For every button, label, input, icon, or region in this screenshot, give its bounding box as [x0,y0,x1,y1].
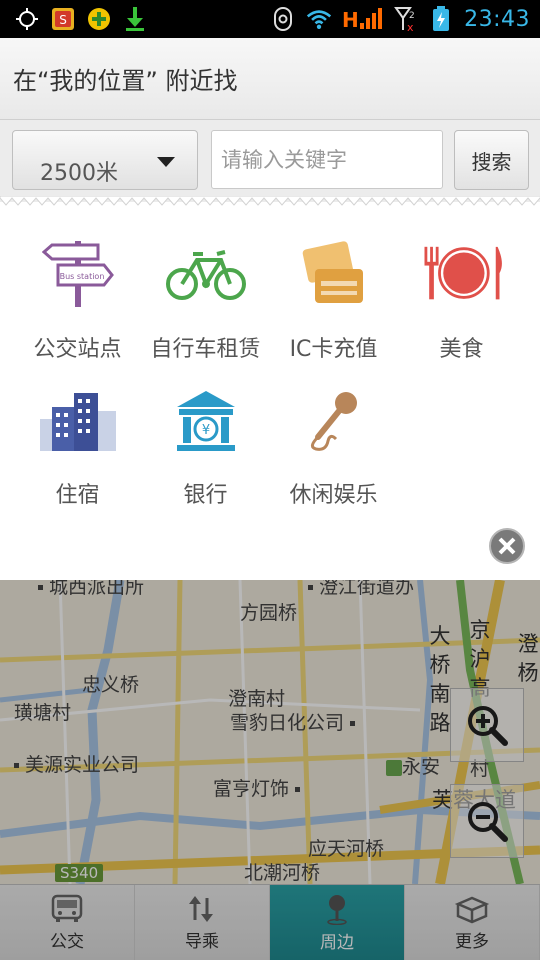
category-label: 住宿 [55,483,100,508]
location-pin-icon [327,895,347,925]
nav-more[interactable]: 更多 [405,885,540,960]
map-label: 美源实业公司 [14,750,139,777]
cell-signal-icon: H [342,6,383,32]
category-lodging[interactable]: 住宿 [10,380,145,509]
no-signal-icon: 2x [392,6,418,32]
svg-text:¥: ¥ [201,423,209,438]
sync-icon [270,6,296,32]
category-ic-card[interactable]: IC卡充值 [266,234,401,363]
close-panel-button[interactable] [489,528,525,564]
map-label: 富亨灯饰 [213,774,301,801]
zoom-in-button[interactable] [450,688,524,762]
clock: 23:43 [464,6,530,32]
page-title: 在“我的位置” 附近找 [13,67,238,95]
app-screen: S H 2x 23:43 在“我的位置” 附近找 2500米 请输入关键字 搜索… [0,0,540,960]
bus-station-sign-text: Bus station [59,272,104,281]
category-label: 银行 [183,483,228,508]
status-bar: S H 2x 23:43 [0,0,540,38]
map-label: 方园桥 [240,602,298,624]
map-label: 永安 [386,752,440,779]
category-label: IC卡充值 [289,337,378,362]
map-label: 雪豹日化公司 [230,708,356,735]
title-bar: 在“我的位置” 附近找 [0,38,540,120]
category-bike-rental[interactable]: 自行车租赁 [138,234,273,363]
map-label: 澄南村 [228,688,286,710]
map-view[interactable]: 城西派出所 澄江街道办 方园桥 忠义桥 璜塘村 澄南村 雪豹日化公司 美源实业公… [0,580,540,884]
microphone-icon [289,380,379,460]
close-icon [498,537,516,555]
map-label: 忠义桥 [82,674,140,696]
plus-circle-icon [86,6,112,32]
gps-crosshair-icon [14,6,40,32]
map-label: 北潮河桥 [244,862,321,884]
bicycle-icon [161,234,251,314]
map-label: 澄江街道办 [308,580,414,599]
route-arrows-icon [189,896,213,922]
nav-label: 公交 [50,932,84,952]
range-value: 2500米 [40,161,118,186]
nav-nearby[interactable]: 周边 [270,885,405,960]
nav-guide[interactable]: 导乘 [135,885,270,960]
zoom-in-icon [468,706,508,746]
category-bus-station[interactable]: Bus station 公交站点 [10,234,145,363]
map-road-label: 澄杨 [517,632,539,685]
category-label: 美食 [439,337,484,362]
dining-plate-icon [417,234,507,314]
svg-text:2: 2 [409,11,415,21]
bus-station-sign-icon: Bus station [33,234,123,314]
nav-label: 更多 [455,932,489,952]
nav-bus[interactable]: 公交 [0,885,135,960]
category-panel: Bus station 公交站点 自行车租赁 IC卡充值 美食 住宿 ¥ 银行 … [0,206,540,580]
svg-text:x: x [407,21,414,32]
map-label: 应天河桥 [308,838,385,860]
svg-text:H: H [342,8,359,31]
zoom-out-button[interactable] [450,784,524,858]
map-road-label: 大桥南路 [429,624,451,735]
poi-icon [386,759,402,776]
battery-charging-icon [428,6,454,32]
app-badge-icon: S [50,6,76,32]
category-label: 自行车租赁 [150,337,261,362]
bus-icon [51,894,83,922]
map-label: 璜塘村 [14,702,72,724]
category-leisure[interactable]: 休闲娱乐 [266,380,401,509]
bank-icon: ¥ [161,380,251,460]
dropdown-arrow-icon [157,157,175,167]
road-shield: S340 [55,864,104,882]
category-label: 公交站点 [33,337,122,362]
download-icon [122,6,148,32]
svg-text:S: S [59,13,67,27]
nav-label: 周边 [320,933,354,953]
wifi-icon [306,6,332,32]
range-dropdown[interactable]: 2500米 [12,130,198,190]
hotel-building-icon [33,380,123,460]
bottom-nav: 公交 导乘 周边 更多 [0,884,540,960]
category-bank[interactable]: ¥ 银行 [138,380,273,509]
category-food[interactable]: 美食 [394,234,529,363]
nav-label: 导乘 [185,932,219,952]
category-label: 休闲娱乐 [289,483,378,508]
ic-card-icon [289,234,379,314]
search-bar: 2500米 搜索 [0,120,540,202]
box-icon [454,896,490,924]
map-label: 城西派出所 [38,580,144,599]
zoom-out-icon [468,802,508,842]
keyword-input[interactable] [211,130,443,189]
search-button[interactable]: 搜索 [454,130,529,190]
